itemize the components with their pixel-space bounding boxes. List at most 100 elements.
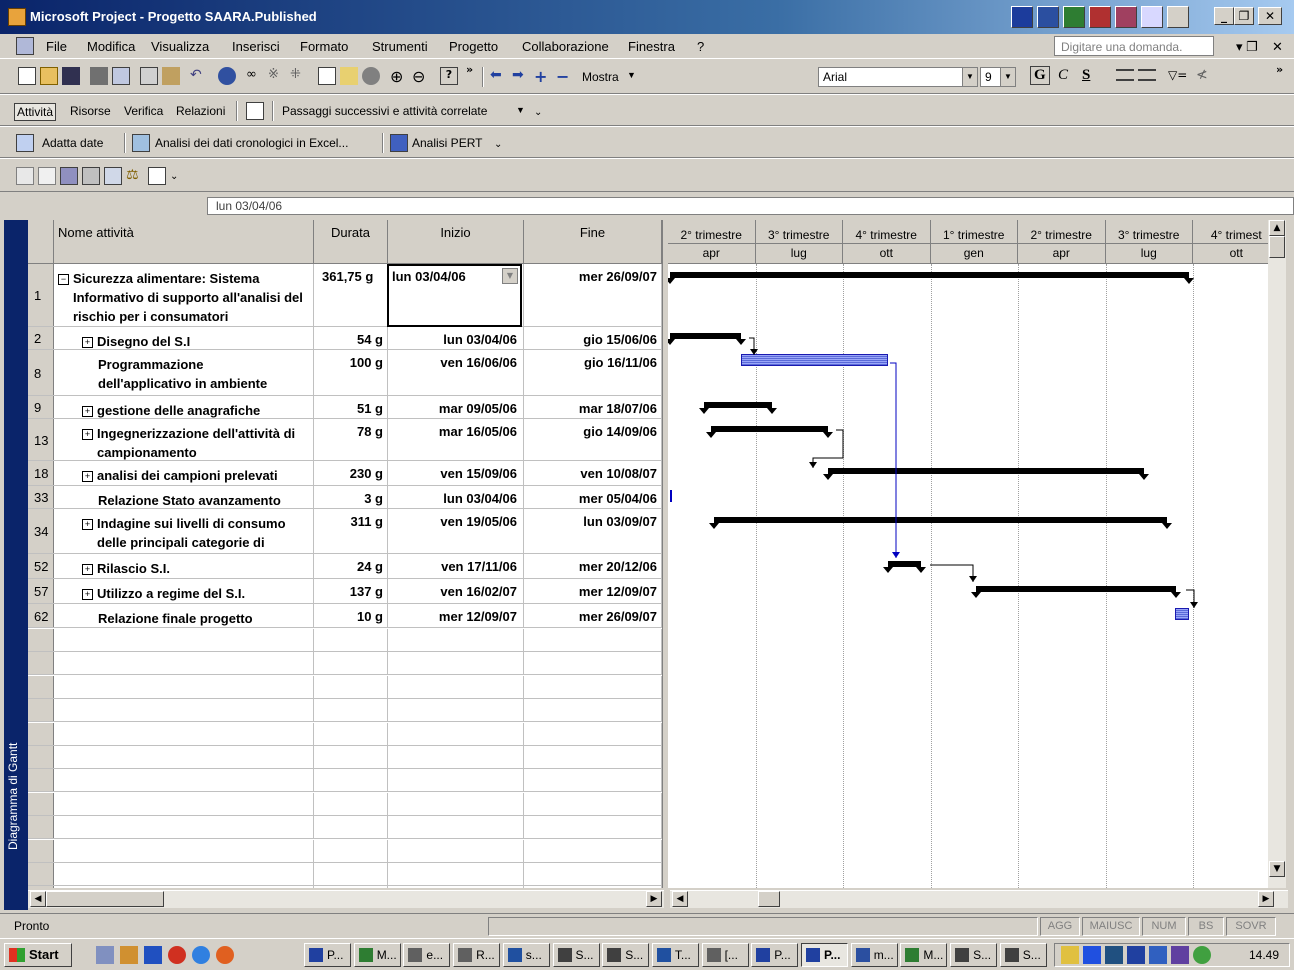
empty-cell[interactable] — [28, 863, 54, 885]
explorer-icon[interactable] — [120, 946, 138, 964]
start-cell[interactable]: lun 03/04/06 — [388, 327, 524, 349]
save-icon[interactable] — [62, 67, 80, 85]
gantt-horizontal-scrollbar[interactable]: ◀ ▶ — [670, 890, 1288, 908]
restore-button[interactable]: ▾ ❐ — [1236, 39, 1258, 55]
task-name-cell[interactable]: + Utilizzo a regime del S.I. — [54, 579, 314, 603]
row-id[interactable]: 9 — [28, 396, 54, 418]
empty-cell[interactable] — [54, 722, 314, 745]
scroll-thumb[interactable] — [758, 891, 780, 907]
antivirus-icon[interactable] — [1171, 946, 1189, 964]
tray-app-icon[interactable] — [1105, 946, 1123, 964]
toolbar-options-icon[interactable]: ⌄ — [494, 139, 502, 150]
scroll-thumb[interactable] — [46, 891, 164, 907]
align-left-icon[interactable] — [1116, 69, 1134, 81]
optimistic-gantt-icon[interactable] — [16, 167, 34, 185]
empty-row[interactable] — [28, 792, 662, 816]
menu-inserisci[interactable]: Inserisci — [232, 39, 280, 54]
empty-row[interactable] — [28, 886, 662, 888]
outlook-icon[interactable] — [1167, 6, 1189, 28]
expand-icon[interactable]: + — [82, 519, 93, 530]
task-name-cell[interactable]: − Sicurezza alimentare: Sistema Informati… — [54, 264, 314, 326]
empty-cell[interactable] — [28, 652, 54, 675]
underline-button[interactable]: S — [1082, 67, 1090, 84]
firefox-icon[interactable] — [216, 946, 234, 964]
row-id[interactable]: 2 — [28, 327, 54, 349]
print-icon[interactable] — [90, 67, 108, 85]
dependency-link[interactable] — [930, 564, 974, 582]
empty-cell[interactable] — [314, 699, 388, 722]
table-row[interactable]: 8 Programmazione dell'applicativo in ambi… — [28, 350, 662, 396]
internet-explorer-icon[interactable] — [192, 946, 210, 964]
empty-cell[interactable] — [28, 769, 54, 792]
opera-icon[interactable] — [168, 946, 186, 964]
scroll-right-button[interactable]: ▶ — [1258, 891, 1274, 907]
show-desktop-icon[interactable] — [96, 946, 114, 964]
start-button[interactable]: Start — [4, 943, 72, 967]
finish-cell[interactable]: ven 10/08/07 — [524, 461, 662, 485]
empty-cell[interactable] — [28, 886, 54, 888]
empty-cell[interactable] — [388, 886, 524, 888]
table-row[interactable]: 2 + Disegno del S.I 54 g lun 03/04/06 gio 15/… — [28, 327, 662, 350]
menu-progetto[interactable]: Progetto — [449, 39, 498, 54]
menu-formato[interactable]: Formato — [300, 39, 348, 54]
row-id[interactable]: 52 — [28, 554, 54, 578]
empty-cell[interactable] — [28, 699, 54, 722]
expand-icon[interactable]: + — [82, 337, 93, 348]
duration-cell[interactable]: 311 g — [314, 509, 388, 553]
empty-cell[interactable] — [524, 769, 662, 792]
table-row[interactable]: 18 + analisi dei campioni prelevati 230 g ve… — [28, 461, 662, 486]
column-header-duration[interactable]: Durata — [314, 220, 388, 264]
taskbar-window-button[interactable]: S... — [602, 943, 650, 967]
next-steps-dropdown[interactable]: Passaggi successivi e attività correlate — [282, 104, 487, 118]
table-horizontal-scrollbar[interactable]: ◀ ▶ — [28, 890, 664, 908]
empty-cell[interactable] — [388, 652, 524, 675]
toolbar-options-icon[interactable]: ⌄ — [534, 107, 542, 118]
menu-finestra[interactable]: Finestra — [628, 39, 675, 54]
empty-row[interactable] — [28, 746, 662, 769]
chevron-down-icon[interactable]: ▼ — [627, 70, 636, 80]
taskbar-window-button[interactable]: m... — [850, 943, 898, 967]
taskbar-window-button[interactable]: s... — [502, 943, 550, 967]
scroll-thumb[interactable] — [1269, 236, 1285, 258]
split-task-icon[interactable]: ⁜ — [290, 67, 308, 85]
taskbar-window-button[interactable]: T... — [651, 943, 699, 967]
dependency-link[interactable] — [812, 429, 844, 468]
pert-icon[interactable] — [390, 134, 408, 152]
link-tasks-icon[interactable]: ∞ — [246, 67, 264, 85]
duration-cell[interactable]: 230 g — [314, 461, 388, 485]
empty-cell[interactable] — [314, 769, 388, 792]
access-icon[interactable] — [1115, 6, 1137, 28]
duration-cell[interactable]: 137 g — [314, 579, 388, 603]
expand-icon[interactable]: + — [82, 406, 93, 417]
duration-cell[interactable]: 10 g — [314, 604, 388, 627]
font-size-select[interactable]: 9 ▼ — [980, 67, 1016, 87]
empty-cell[interactable] — [524, 886, 662, 888]
column-header-name[interactable]: Nome attività — [54, 220, 314, 264]
unlink-tasks-icon[interactable]: ※ — [268, 67, 286, 85]
taskbar-window-button[interactable]: M... — [353, 943, 401, 967]
filter-icon[interactable]: ▽= — [1168, 68, 1187, 86]
empty-cell[interactable] — [314, 629, 388, 651]
paste-icon[interactable] — [162, 67, 180, 85]
pert-entry-sheet-icon[interactable] — [104, 167, 122, 185]
table-row[interactable]: 33 Relazione Stato avanzamento 3 g lun 03/0… — [28, 486, 662, 509]
menu-help[interactable]: ? — [697, 39, 704, 54]
finish-cell[interactable]: gio 16/11/06 — [524, 350, 662, 395]
duration-cell[interactable]: 361,75 g — [314, 264, 388, 326]
media-player-icon[interactable] — [144, 946, 162, 964]
empty-cell[interactable] — [54, 652, 314, 675]
empty-cell[interactable] — [524, 629, 662, 651]
empty-cell[interactable] — [524, 675, 662, 698]
finish-cell[interactable]: lun 03/09/07 — [524, 509, 662, 553]
print-preview-icon[interactable] — [112, 67, 130, 85]
scroll-left-button[interactable]: ◀ — [672, 891, 688, 907]
table-row[interactable]: 13 + Ingegnerizzazione dell'attività di ca… — [28, 419, 662, 461]
project-app-icon[interactable] — [8, 8, 26, 26]
empty-cell[interactable] — [314, 863, 388, 885]
start-cell[interactable]: mar 09/05/06 — [388, 396, 524, 418]
chevron-down-icon[interactable]: ▼ — [502, 268, 518, 284]
excel-icon[interactable] — [1063, 6, 1085, 28]
close-button[interactable]: ✕ — [1258, 7, 1282, 25]
empty-cell[interactable] — [54, 863, 314, 885]
indent-left-icon[interactable]: ⬅ — [490, 67, 508, 85]
